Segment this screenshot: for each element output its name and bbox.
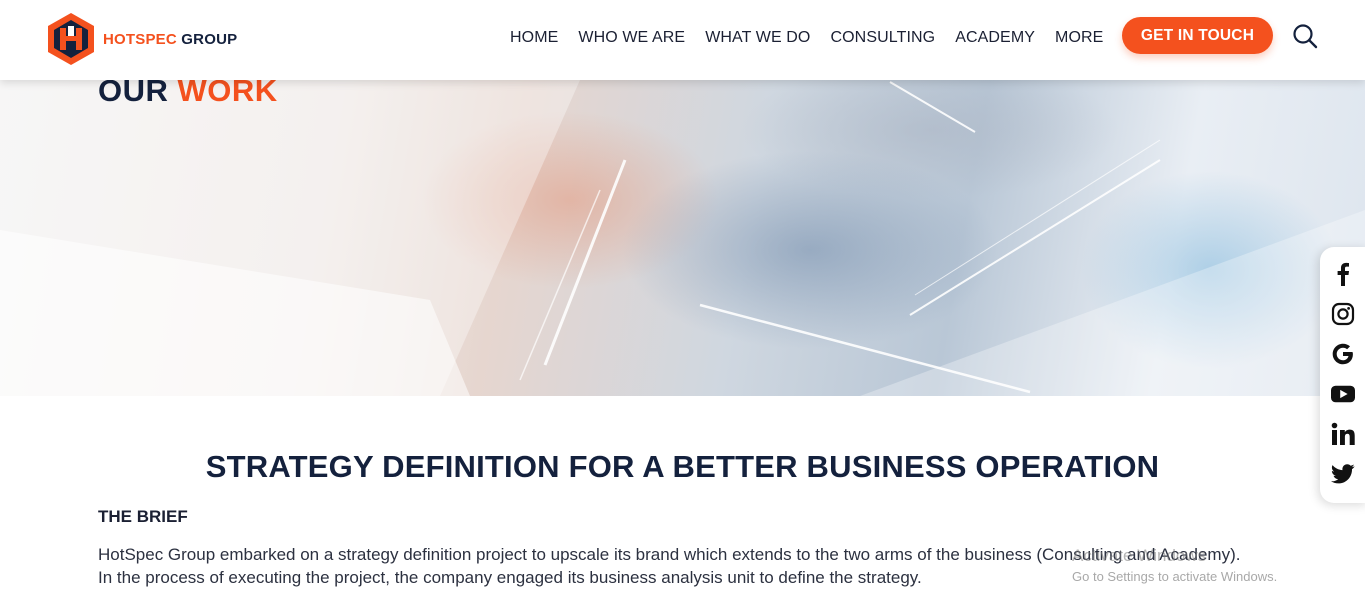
logo-wordmark: HOTSPEC GROUP [103,31,237,48]
main-nav: HOME WHO WE ARE WHAT WE DO CONSULTING AC… [510,28,1123,48]
activate-windows-subtitle: Go to Settings to activate Windows. [1072,569,1278,584]
nav-what-we-do[interactable]: WHAT WE DO [705,28,810,48]
nav-consulting[interactable]: CONSULTING [830,28,935,48]
instagram-icon[interactable] [1331,302,1355,326]
logo-hexagon-icon [48,13,94,65]
youtube-icon[interactable] [1331,382,1355,406]
twitter-icon[interactable] [1331,462,1355,486]
nav-home[interactable]: HOME [510,28,558,48]
activate-windows-title: Activate Windows [1072,546,1207,565]
google-icon[interactable] [1331,342,1355,366]
site-header: HOTSPEC GROUP HOME WHO WE ARE WHAT WE DO… [0,0,1365,80]
search-icon[interactable] [1292,23,1318,49]
brief-heading: THE BRIEF [98,507,188,526]
facebook-icon[interactable] [1331,262,1355,286]
activate-windows-watermark: Activate Windows Go to Settings to activ… [1072,546,1277,584]
nav-more[interactable]: MORE [1055,28,1103,48]
logo[interactable]: HOTSPEC GROUP [46,12,237,66]
nav-academy[interactable]: ACADEMY [955,28,1035,48]
nav-who-we-are[interactable]: WHO WE ARE [578,28,685,48]
linkedin-icon[interactable] [1331,422,1355,446]
social-rail [1320,247,1365,503]
logo-text-group: GROUP [181,30,238,48]
get-in-touch-button[interactable]: GET IN TOUCH [1122,17,1273,54]
article-headline: STRATEGY DEFINITION FOR A BETTER BUSINES… [205,449,1160,484]
logo-text-hotspec: HOTSPEC [103,30,177,48]
